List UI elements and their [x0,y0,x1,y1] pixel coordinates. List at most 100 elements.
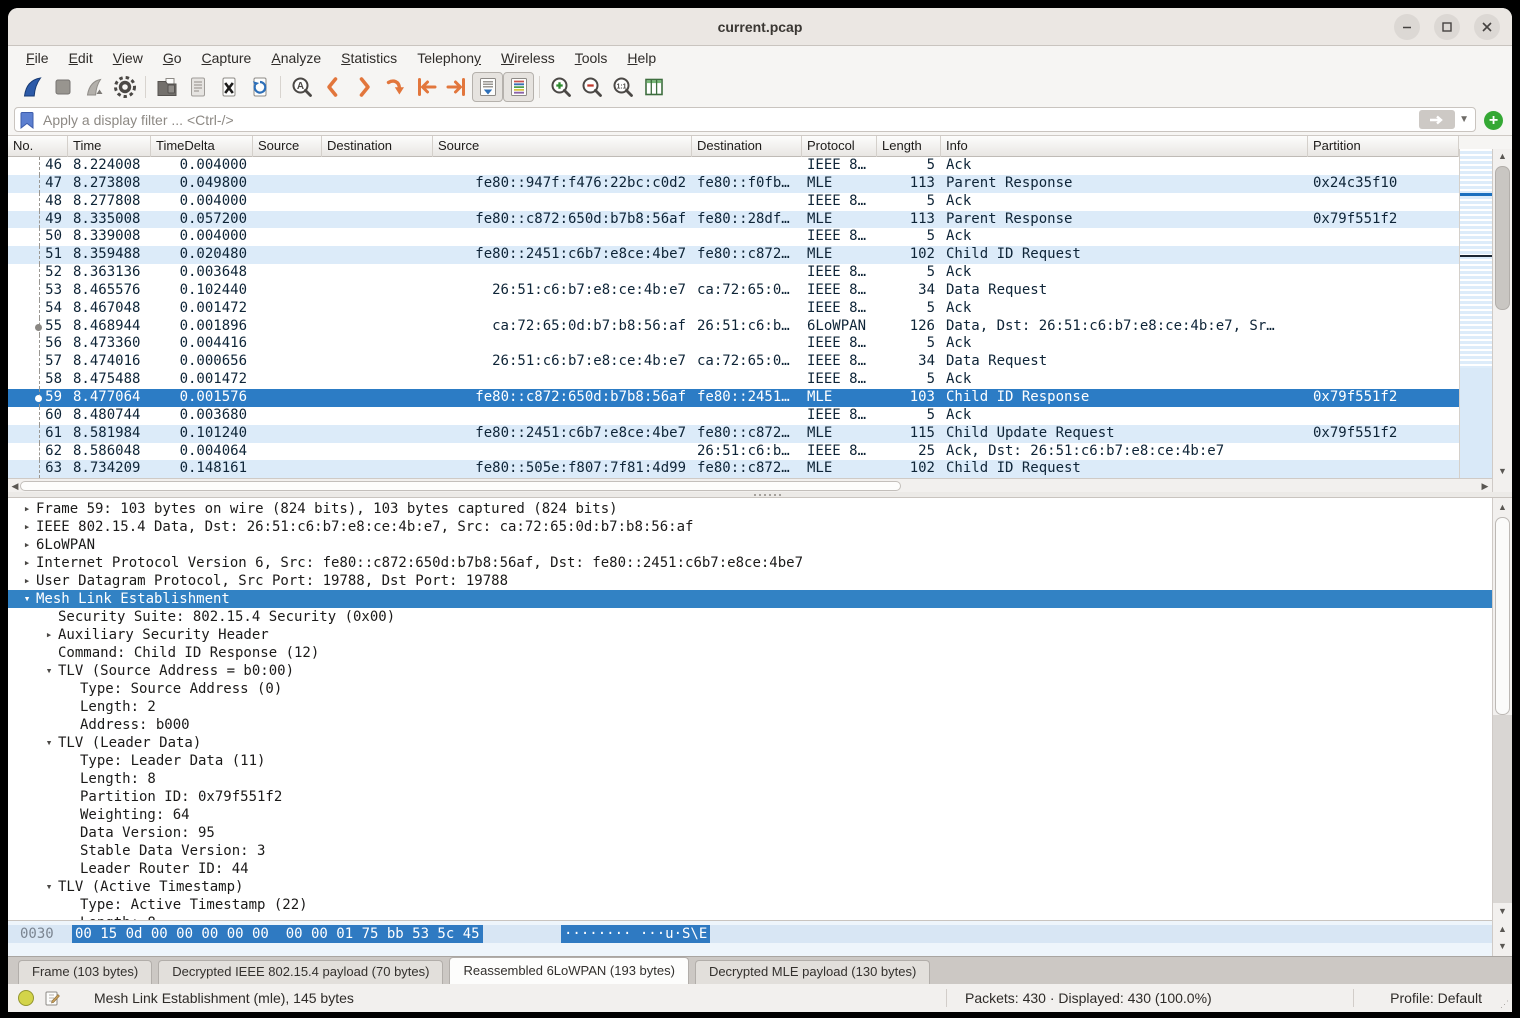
zoom-in-button[interactable] [545,72,576,102]
detail-line[interactable]: ▾TLV (Source Address = b0:00) [8,662,1492,680]
packet-row-59[interactable]: 598.4770640.001576fe80::c872:650d:b7b8:5… [8,389,1459,407]
detail-line[interactable]: Type: Active Timestamp (22) [8,896,1492,914]
detail-line[interactable]: Stable Data Version: 3 [8,842,1492,860]
hex-vscrollbar[interactable]: ▲ ▼ [1492,920,1512,956]
column-header-destination[interactable]: Destination [322,136,433,157]
scroll-up-icon[interactable]: ▲ [1493,922,1512,936]
stop-capture-button[interactable] [47,72,78,102]
menu-capture[interactable]: Capture [192,48,262,68]
packet-row-55[interactable]: 558.4689440.001896ca:72:65:0d:b7:b8:56:a… [8,318,1459,336]
minimize-button[interactable] [1394,14,1420,40]
menu-analyze[interactable]: Analyze [261,48,331,68]
column-header-time[interactable]: Time [68,136,151,157]
hex-ascii-highlighted[interactable]: ········ ···u·S\E [561,925,710,943]
expander-expanded-icon[interactable]: ▾ [40,734,58,752]
open-file-button[interactable] [151,72,182,102]
packet-row-62[interactable]: 628.5860480.00406426:51:c6:b…IEEE 8…25Ac… [8,443,1459,461]
detail-line[interactable]: Type: Leader Data (11) [8,752,1492,770]
packet-list-scroll-thumb[interactable] [1495,166,1510,310]
go-back-button[interactable] [317,72,348,102]
bytes-tab-3[interactable]: Decrypted MLE payload (130 bytes) [695,960,930,984]
restart-capture-button[interactable] [78,72,109,102]
expander-collapsed-icon[interactable]: ▸ [18,536,36,554]
add-filter-button-plus-icon[interactable]: + [1484,111,1503,130]
column-header-source[interactable]: Source [433,136,692,157]
column-header-timedelta[interactable]: TimeDelta [151,136,253,157]
expander-expanded-icon[interactable]: ▾ [18,590,36,608]
go-last-packet-button[interactable] [441,72,472,102]
intelligent-scrollbar-minimap[interactable] [1459,149,1492,478]
detail-line[interactable]: Security Suite: 802.15.4 Security (0x00) [8,608,1492,626]
detail-line[interactable]: Partition ID: 0x79f551f2 [8,788,1492,806]
expander-collapsed-icon[interactable]: ▸ [18,554,36,572]
menu-go[interactable]: Go [153,48,192,68]
packet-row-56[interactable]: 568.4733600.004416IEEE 8…5Ack [8,335,1459,353]
scroll-right-icon[interactable]: ▶ [1478,479,1492,493]
colorize-packets-button[interactable] [503,72,534,102]
scroll-down-icon[interactable]: ▼ [1493,904,1512,918]
auto-scroll-button[interactable] [472,72,503,102]
packet-row-58[interactable]: 588.4754880.001472IEEE 8…5Ack [8,371,1459,389]
detail-line[interactable]: ▸User Datagram Protocol, Src Port: 19788… [8,572,1492,590]
display-filter-input[interactable] [41,111,1419,129]
details-scroll-thumb[interactable] [1495,517,1510,715]
zoom-out-button[interactable] [576,72,607,102]
reload-file-button[interactable] [244,72,275,102]
menu-tools[interactable]: Tools [565,48,618,68]
detail-line[interactable]: Address: b000 [8,716,1492,734]
detail-line[interactable]: ▸Frame 59: 103 bytes on wire (824 bits),… [8,500,1492,518]
menu-file[interactable]: File [16,48,59,68]
scroll-down-icon[interactable]: ▼ [1493,939,1512,953]
details-scroll-track[interactable] [1493,715,1512,903]
start-capture-button[interactable] [16,72,47,102]
packet-row-49[interactable]: 498.3350080.057200fe80::c872:650d:b7b8:5… [8,211,1459,229]
column-header-protocol[interactable]: Protocol [802,136,877,157]
profile-status[interactable]: Profile: Default [1390,984,1482,1012]
packet-row-52[interactable]: 528.3631360.003648IEEE 8…5Ack [8,264,1459,282]
packet-row-51[interactable]: 518.3594880.020480fe80::2451:c6b7:e8ce:4… [8,246,1459,264]
capture-options-button[interactable] [109,72,140,102]
menu-telephony[interactable]: Telephony [407,48,491,68]
detail-line[interactable]: Leader Router ID: 44 [8,860,1492,878]
packet-row-61[interactable]: 618.5819840.101240fe80::2451:c6b7:e8ce:4… [8,425,1459,443]
detail-line[interactable]: ▾TLV (Leader Data) [8,734,1492,752]
go-forward-button[interactable] [348,72,379,102]
detail-line[interactable]: ▾Mesh Link Establishment [8,590,1492,608]
close-file-button[interactable] [213,72,244,102]
expander-collapsed-icon[interactable]: ▸ [18,572,36,590]
column-header-info[interactable]: Info [941,136,1308,157]
capture-comment-icon[interactable] [44,990,60,1006]
bytes-tab-0[interactable]: Frame (103 bytes) [18,960,152,984]
resize-columns-button[interactable] [638,72,669,102]
packet-row-63[interactable]: 638.7342090.148161fe80::505e:f807:7f81:4… [8,460,1459,478]
detail-line[interactable]: ▸Internet Protocol Version 6, Src: fe80:… [8,554,1492,572]
detail-line[interactable]: Command: Child ID Response (12) [8,644,1492,662]
scroll-up-icon[interactable]: ▲ [1493,500,1512,514]
expander-expanded-icon[interactable]: ▾ [40,662,58,680]
detail-line[interactable]: ▸6LoWPAN [8,536,1492,554]
expander-collapsed-icon[interactable]: ▸ [18,518,36,536]
maximize-button[interactable] [1434,14,1460,40]
apply-filter-button[interactable] [1419,110,1455,129]
expander-collapsed-icon[interactable]: ▸ [40,626,58,644]
column-header-source[interactable]: Source [253,136,322,157]
detail-line[interactable]: Data Version: 95 [8,824,1492,842]
packet-row-53[interactable]: 538.4655760.10244026:51:c6:b7:e8:ce:4b:e… [8,282,1459,300]
resize-grip[interactable]: ⋰ [1500,999,1509,1010]
expander-collapsed-icon[interactable]: ▸ [18,500,36,518]
scroll-up-icon[interactable]: ▲ [1493,149,1512,163]
packet-row-50[interactable]: 508.3390080.004000IEEE 8…5Ack [8,228,1459,246]
packet-row-54[interactable]: 548.4670480.001472IEEE 8…5Ack [8,300,1459,318]
detail-line[interactable]: Weighting: 64 [8,806,1492,824]
column-header-destination[interactable]: Destination [692,136,802,157]
bytes-tab-2[interactable]: Reassembled 6LoWPAN (193 bytes) [449,957,688,984]
filter-bookmark-icon[interactable] [19,111,35,129]
go-to-packet-button[interactable] [379,72,410,102]
menu-edit[interactable]: Edit [59,48,103,68]
detail-line[interactable]: Length: 8 [8,770,1492,788]
detail-line[interactable]: ▾TLV (Active Timestamp) [8,878,1492,896]
expert-info-icon[interactable] [18,990,34,1006]
save-file-button[interactable] [182,72,213,102]
filter-dropdown-caret-icon[interactable]: ▼ [1459,114,1469,125]
hex-bytes-highlighted[interactable]: 00 15 0d 00 00 00 00 00 00 00 01 75 bb 5… [72,925,483,943]
